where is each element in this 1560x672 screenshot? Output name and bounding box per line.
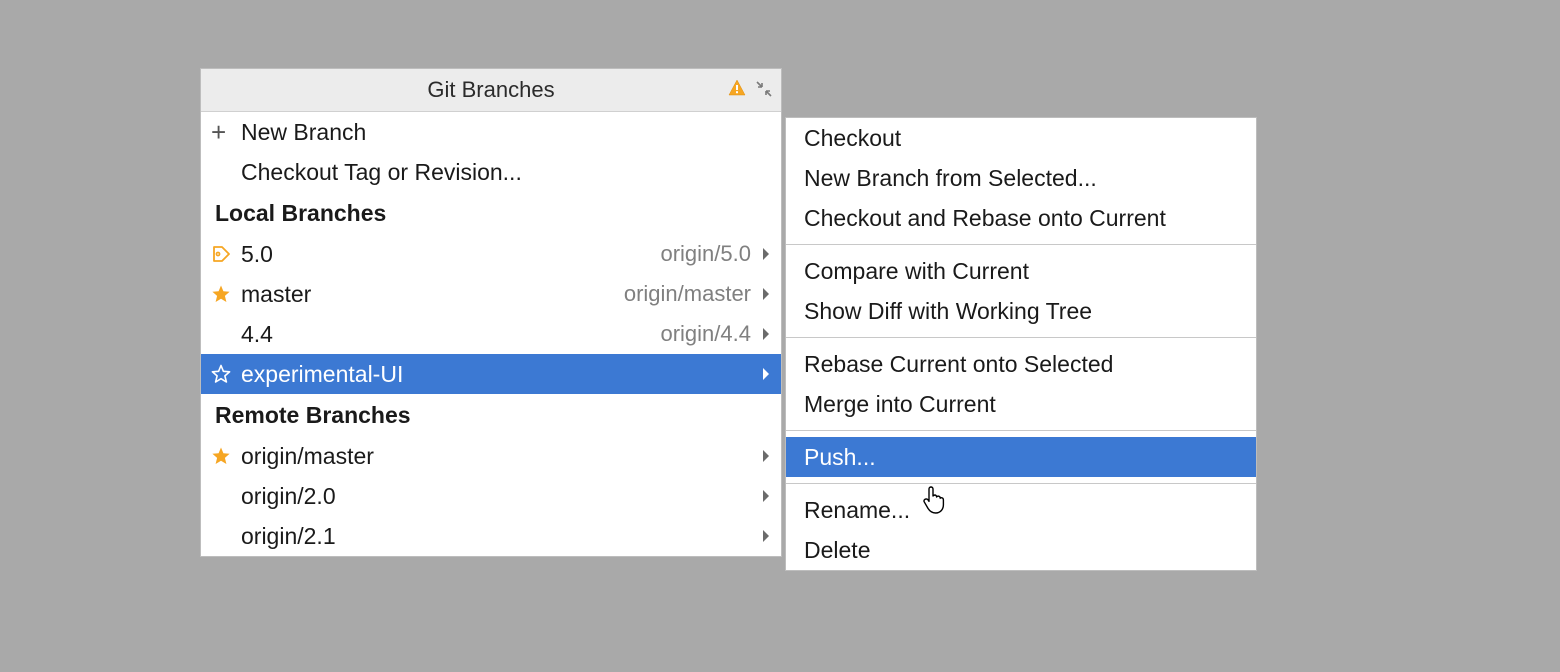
submenu-arrow-icon	[755, 449, 771, 463]
tracking-branch: origin/5.0	[660, 241, 755, 267]
remote-branch-item[interactable]: origin/master	[201, 436, 781, 476]
tracking-branch: origin/master	[624, 281, 755, 307]
menu-item[interactable]: Checkout	[786, 118, 1256, 158]
branch-name: origin/2.0	[241, 483, 755, 510]
submenu-arrow-icon	[755, 367, 771, 381]
menu-separator	[786, 244, 1256, 245]
collapse-icon[interactable]	[755, 77, 773, 104]
menu-item[interactable]: Push...	[786, 437, 1256, 477]
checkout-tag-label: Checkout Tag or Revision...	[241, 159, 771, 186]
local-branch-item[interactable]: masterorigin/master	[201, 274, 781, 314]
menu-item[interactable]: Merge into Current	[786, 384, 1256, 424]
star-full-icon	[211, 284, 241, 304]
branch-name: origin/2.1	[241, 523, 755, 550]
branch-name: origin/master	[241, 443, 755, 470]
git-branches-popup: Git Branches + New Branch Checkout	[200, 68, 782, 557]
menu-item[interactable]: Rebase Current onto Selected	[786, 344, 1256, 384]
tracking-branch: origin/4.4	[660, 321, 755, 347]
branch-context-submenu: CheckoutNew Branch from Selected...Check…	[785, 117, 1257, 571]
menu-item[interactable]: New Branch from Selected...	[786, 158, 1256, 198]
menu-separator	[786, 337, 1256, 338]
popup-title: Git Branches	[427, 77, 554, 103]
checkout-tag-action[interactable]: Checkout Tag or Revision...	[201, 152, 781, 192]
menu-item[interactable]: Checkout and Rebase onto Current	[786, 198, 1256, 238]
remote-branches-header: Remote Branches	[201, 394, 781, 436]
new-branch-action[interactable]: + New Branch	[201, 112, 781, 152]
menu-separator	[786, 483, 1256, 484]
submenu-arrow-icon	[755, 489, 771, 503]
submenu-arrow-icon	[755, 529, 771, 543]
local-branch-item[interactable]: experimental-UI	[201, 354, 781, 394]
star-empty-icon	[211, 364, 241, 384]
local-branch-item[interactable]: 4.4origin/4.4	[201, 314, 781, 354]
menu-item[interactable]: Rename...	[786, 490, 1256, 530]
popup-title-bar: Git Branches	[201, 69, 781, 112]
submenu-arrow-icon	[755, 327, 771, 341]
branch-name: master	[241, 281, 624, 308]
warning-icon[interactable]	[727, 77, 747, 104]
submenu-arrow-icon	[755, 287, 771, 301]
remote-branch-item[interactable]: origin/2.0	[201, 476, 781, 516]
menu-separator	[786, 430, 1256, 431]
local-branch-item[interactable]: 5.0origin/5.0	[201, 234, 781, 274]
remote-branches-list: origin/master origin/2.0 origin/2.1	[201, 436, 781, 556]
plus-icon: +	[211, 119, 241, 145]
menu-item[interactable]: Show Diff with Working Tree	[786, 291, 1256, 331]
submenu-arrow-icon	[755, 247, 771, 261]
local-branches-list: 5.0origin/5.0masterorigin/master4.4origi…	[201, 234, 781, 394]
branch-name: 5.0	[241, 241, 660, 268]
new-branch-label: New Branch	[241, 119, 771, 146]
menu-item[interactable]: Compare with Current	[786, 251, 1256, 291]
remote-branch-item[interactable]: origin/2.1	[201, 516, 781, 556]
star-full-icon	[211, 446, 241, 466]
tag-icon	[211, 244, 241, 264]
local-branches-header: Local Branches	[201, 192, 781, 234]
menu-item[interactable]: Delete	[786, 530, 1256, 570]
branch-name: experimental-UI	[241, 361, 755, 388]
branch-name: 4.4	[241, 321, 660, 348]
